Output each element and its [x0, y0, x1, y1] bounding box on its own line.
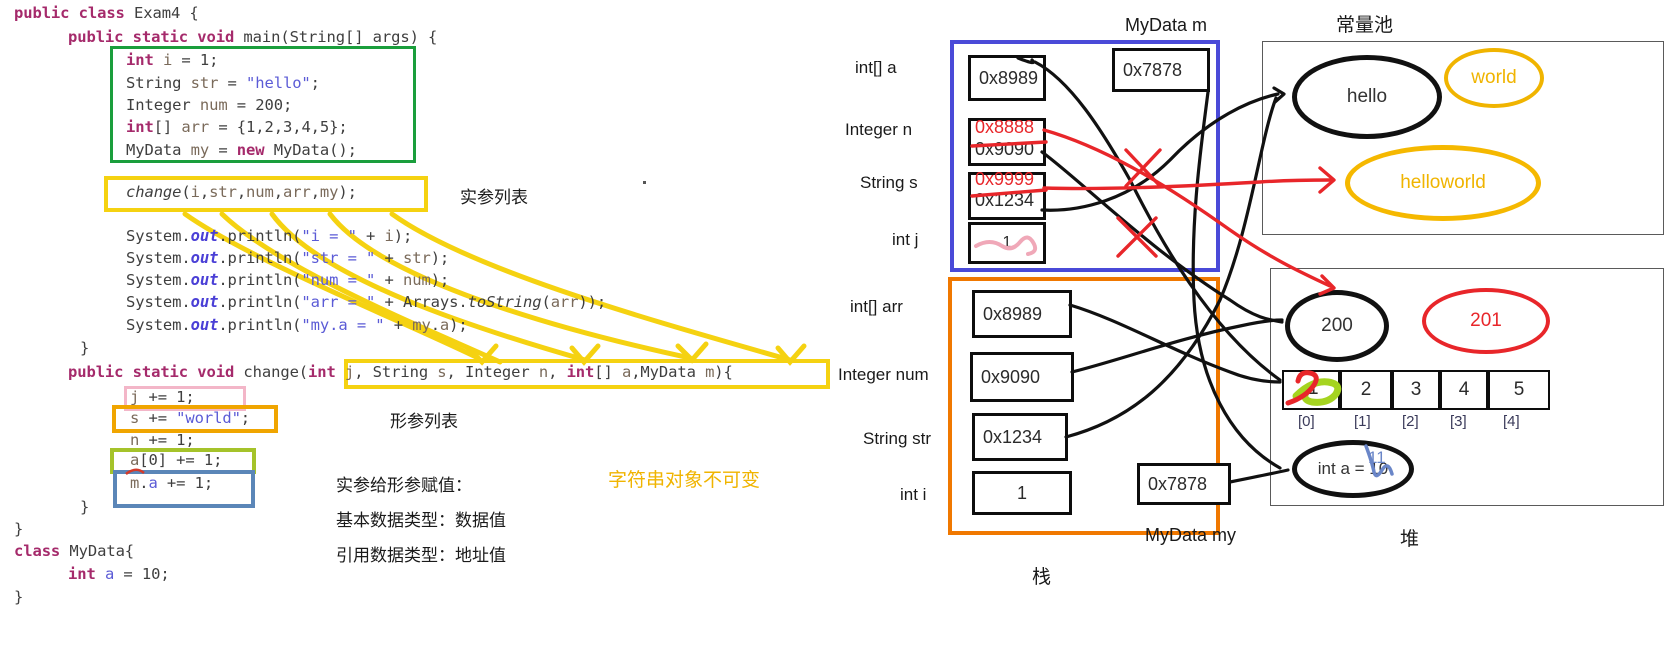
- array-index-2: [2]: [1402, 413, 1419, 430]
- constant-helloworld-text: helloworld: [1400, 172, 1486, 193]
- code-line: n += 1;: [130, 431, 195, 449]
- cell-arr-value: 0x8989: [983, 303, 1043, 324]
- array-cell-1: 2: [1340, 370, 1392, 410]
- label-formal-params: 形参列表: [390, 412, 458, 432]
- code-line-method-signature: public static void change(int j, String …: [68, 363, 733, 381]
- constant-helloworld: helloworld: [1345, 145, 1541, 221]
- heap-integer-201: 201: [1422, 288, 1550, 354]
- label-assign-reference: 引用数据类型：地址值: [336, 546, 506, 566]
- array-index-4: [4]: [1503, 413, 1520, 430]
- code-line: int a = 10;: [68, 565, 170, 583]
- row-label-int-arr: int[] arr: [850, 297, 903, 316]
- cell-str: 0x1234: [972, 413, 1068, 461]
- cell-my-ref: 0x7878: [1137, 463, 1231, 505]
- cell-a-value: 0x8989: [979, 67, 1039, 88]
- constant-hello: hello: [1292, 55, 1442, 139]
- array-cell-2-value: 3: [1410, 379, 1422, 400]
- cell-m-ref-value: 0x7878: [1123, 59, 1183, 80]
- constant-world-text: world: [1471, 67, 1517, 88]
- cell-m-ref: 0x7878: [1112, 48, 1210, 92]
- cell-j-value: 1: [1002, 234, 1012, 251]
- row-label-string-str: String str: [863, 429, 932, 448]
- stray-dot: [643, 181, 646, 184]
- cell-str-value: 0x1234: [983, 426, 1043, 447]
- cell-n: 0x8888 0x9090: [968, 117, 1046, 166]
- cell-num-value: 0x9090: [981, 366, 1041, 387]
- code-line: MyData my = new MyData();: [126, 141, 357, 159]
- row-label-int-j: int j: [892, 230, 919, 249]
- code-line-call-change: change(i,str,num,arr,my);: [126, 183, 357, 201]
- code-line: }: [80, 339, 90, 357]
- code-line: String str = "hello";: [126, 74, 320, 92]
- heap-integer-201-text: 201: [1470, 310, 1502, 331]
- label-string-immutable: 字符串对象不可变: [608, 469, 761, 491]
- row-label-int-i: int i: [900, 485, 927, 504]
- code-line: public static void main(String[] args) {: [68, 28, 438, 46]
- stack-label: 栈: [1032, 567, 1052, 588]
- cell-my-ref-value: 0x7878: [1148, 473, 1208, 494]
- code-line: }: [14, 520, 24, 538]
- code-pane: public class Exam4 { public static void …: [0, 0, 880, 651]
- cell-s-new-value: 0x9999: [975, 169, 1035, 189]
- cell-num: 0x9090: [970, 352, 1074, 402]
- code-line: j += 1;: [130, 388, 195, 406]
- row-label-int-a: int[] a: [855, 58, 897, 77]
- code-line: Integer num = 200;: [126, 96, 293, 114]
- code-line: public class Exam4 {: [14, 4, 199, 22]
- array-cell-1-value: 2: [1360, 379, 1372, 400]
- code-line: s += "world";: [130, 409, 251, 427]
- heap-label: 堆: [1400, 529, 1420, 550]
- cell-i-value: 1: [1016, 482, 1027, 503]
- constant-pool-label: 常量池: [1336, 15, 1394, 36]
- memory-diagram: int[] a Integer n String s int j int[] a…: [830, 0, 1670, 651]
- code-line: }: [80, 498, 90, 516]
- array-index-0: [0]: [1298, 413, 1315, 430]
- label-actual-params: 实参列表: [460, 188, 528, 208]
- cell-s: 0x9999 0x1234: [968, 169, 1046, 220]
- code-line: System.out.println("num = " + num);: [126, 271, 450, 289]
- heap-mydata-new-value: 11: [1368, 448, 1386, 467]
- cell-s-old-value: 0x1234: [975, 190, 1035, 210]
- row-label-string-s: String s: [860, 173, 918, 192]
- cell-arr: 0x8989: [972, 290, 1072, 338]
- code-line: }: [14, 588, 24, 606]
- code-line: int[] arr = {1,2,3,4,5};: [126, 118, 348, 136]
- frame-change-label: MyData m: [1125, 15, 1208, 35]
- code-line: System.out.println("my.a = " + my.a);: [126, 316, 468, 334]
- code-line: System.out.println("str = " + str);: [126, 249, 450, 267]
- code-line: m.a += 1;: [130, 474, 214, 492]
- cell-n-old-value: 0x9090: [975, 139, 1035, 159]
- label-assign-title: 实参给形参赋值：: [336, 476, 472, 496]
- array-cell-2: 3: [1392, 370, 1440, 410]
- label-assign-primitive: 基本数据类型：数据值: [336, 511, 506, 531]
- array-cell-0-original: 1: [1308, 378, 1319, 399]
- array-cell-4: 5: [1488, 370, 1550, 410]
- frame-main-label: MyData my: [1145, 525, 1237, 545]
- array-index-3: [3]: [1450, 413, 1467, 430]
- cell-j: 1: [968, 222, 1046, 264]
- constant-hello-text: hello: [1346, 86, 1388, 107]
- code-line: a[0] += 1;: [130, 451, 223, 469]
- code-line: System.out.println("i = " + i);: [126, 227, 413, 245]
- cell-i: 1: [972, 471, 1072, 515]
- code-line: class MyData{: [14, 542, 135, 560]
- array-cell-3: 4: [1440, 370, 1488, 410]
- cell-a: 0x8989: [968, 55, 1046, 101]
- row-label-integer-num: Integer num: [838, 365, 929, 384]
- code-line: System.out.println("arr = " + Arrays.toS…: [126, 293, 607, 311]
- constant-world: world: [1444, 48, 1544, 108]
- heap-mydata-object: int a = 10: [1292, 440, 1414, 498]
- array-cell-4-value: 5: [1513, 379, 1525, 400]
- heap-integer-200-text: 200: [1321, 315, 1353, 336]
- row-label-integer-n: Integer n: [845, 120, 913, 139]
- code-line: int i = 1;: [126, 51, 219, 69]
- heap-integer-200: 200: [1285, 290, 1389, 362]
- array-cell-3-value: 4: [1458, 379, 1470, 400]
- cell-n-new-value: 0x8888: [975, 117, 1035, 137]
- array-index-1: [1]: [1354, 413, 1371, 430]
